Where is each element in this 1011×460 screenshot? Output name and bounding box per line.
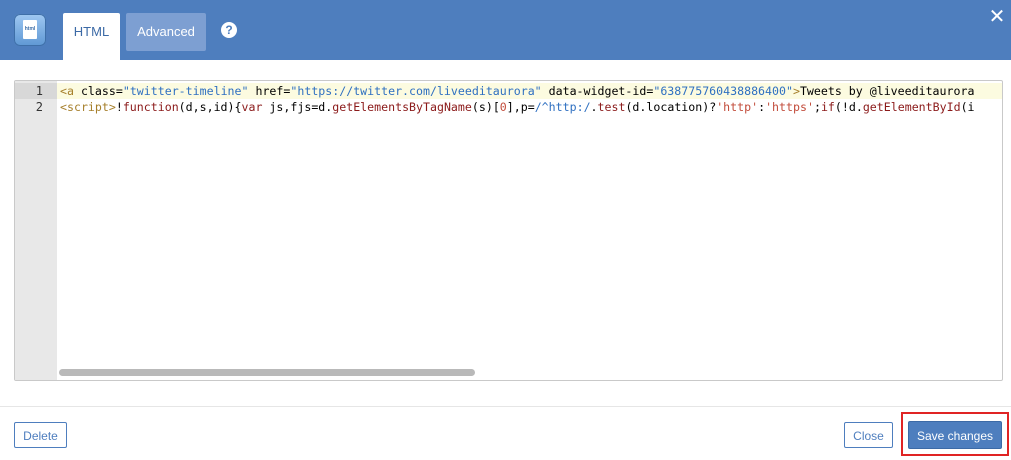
code-token: "twitter-timeline"	[122, 84, 249, 98]
code-token: ;	[813, 100, 821, 114]
code-token: js,fjs=d.	[262, 100, 333, 114]
code-editor[interactable]: 1 2 <a class="twitter-timeline" href="ht…	[14, 80, 1003, 381]
code-token: 'https'	[765, 100, 814, 114]
code-token: (d.location)?	[625, 100, 717, 114]
tab-advanced[interactable]: Advanced	[126, 13, 206, 51]
html-icon-label: html	[24, 26, 36, 32]
code-token: test	[597, 100, 626, 114]
code-token: href=	[248, 84, 291, 98]
delete-button[interactable]: Delete	[14, 422, 67, 448]
tab-html[interactable]: HTML	[63, 13, 120, 60]
code-token: (s)[	[471, 100, 500, 114]
code-token: >	[792, 84, 800, 98]
code-token: (i	[960, 100, 975, 114]
code-token: !	[115, 100, 123, 114]
help-icon[interactable]: ?	[221, 22, 237, 38]
code-token: .	[590, 100, 598, 114]
code-token: (!d.	[834, 100, 863, 114]
code-token: getElementsByTagName	[332, 100, 472, 114]
code-token: ],p=	[506, 100, 535, 114]
code-token: (d,s,id){	[178, 100, 242, 114]
code-token: "638775760438886400"	[653, 84, 793, 98]
code-token: 0	[499, 100, 507, 114]
save-changes-button[interactable]: Save changes	[908, 421, 1002, 449]
code-line-2[interactable]: <script>!function(d,s,id){var js,fjs=d.g…	[60, 99, 975, 115]
code-token: /^http:/	[534, 100, 591, 114]
line-number: 1	[35, 84, 43, 98]
line-number: 2	[35, 100, 43, 114]
close-button[interactable]: Close	[844, 422, 893, 448]
code-token: data-widget-id=	[541, 84, 654, 98]
close-icon[interactable]: ✕	[988, 6, 1006, 26]
html-file-icon: html	[14, 14, 46, 46]
code-token: function	[122, 100, 179, 114]
code-token: 'http'	[716, 100, 759, 114]
code-line-1[interactable]: <a class="twitter-timeline" href="https:…	[60, 83, 974, 99]
code-token: Tweets by @liveeditaurora	[799, 84, 975, 98]
code-token: <a	[60, 84, 74, 98]
code-token: getElementById	[862, 100, 961, 114]
code-token: if	[820, 100, 835, 114]
code-token: var	[241, 100, 263, 114]
code-token: class=	[73, 84, 123, 98]
dialog-header: html HTML Advanced ? ✕	[0, 0, 1011, 60]
horizontal-scrollbar[interactable]	[59, 369, 475, 376]
code-token: "https://twitter.com/liveeditaurora"	[290, 84, 542, 98]
code-token: <script>	[60, 100, 116, 114]
document-icon: html	[23, 20, 37, 39]
line-number-gutter	[15, 81, 57, 380]
footer-divider	[0, 406, 1011, 407]
